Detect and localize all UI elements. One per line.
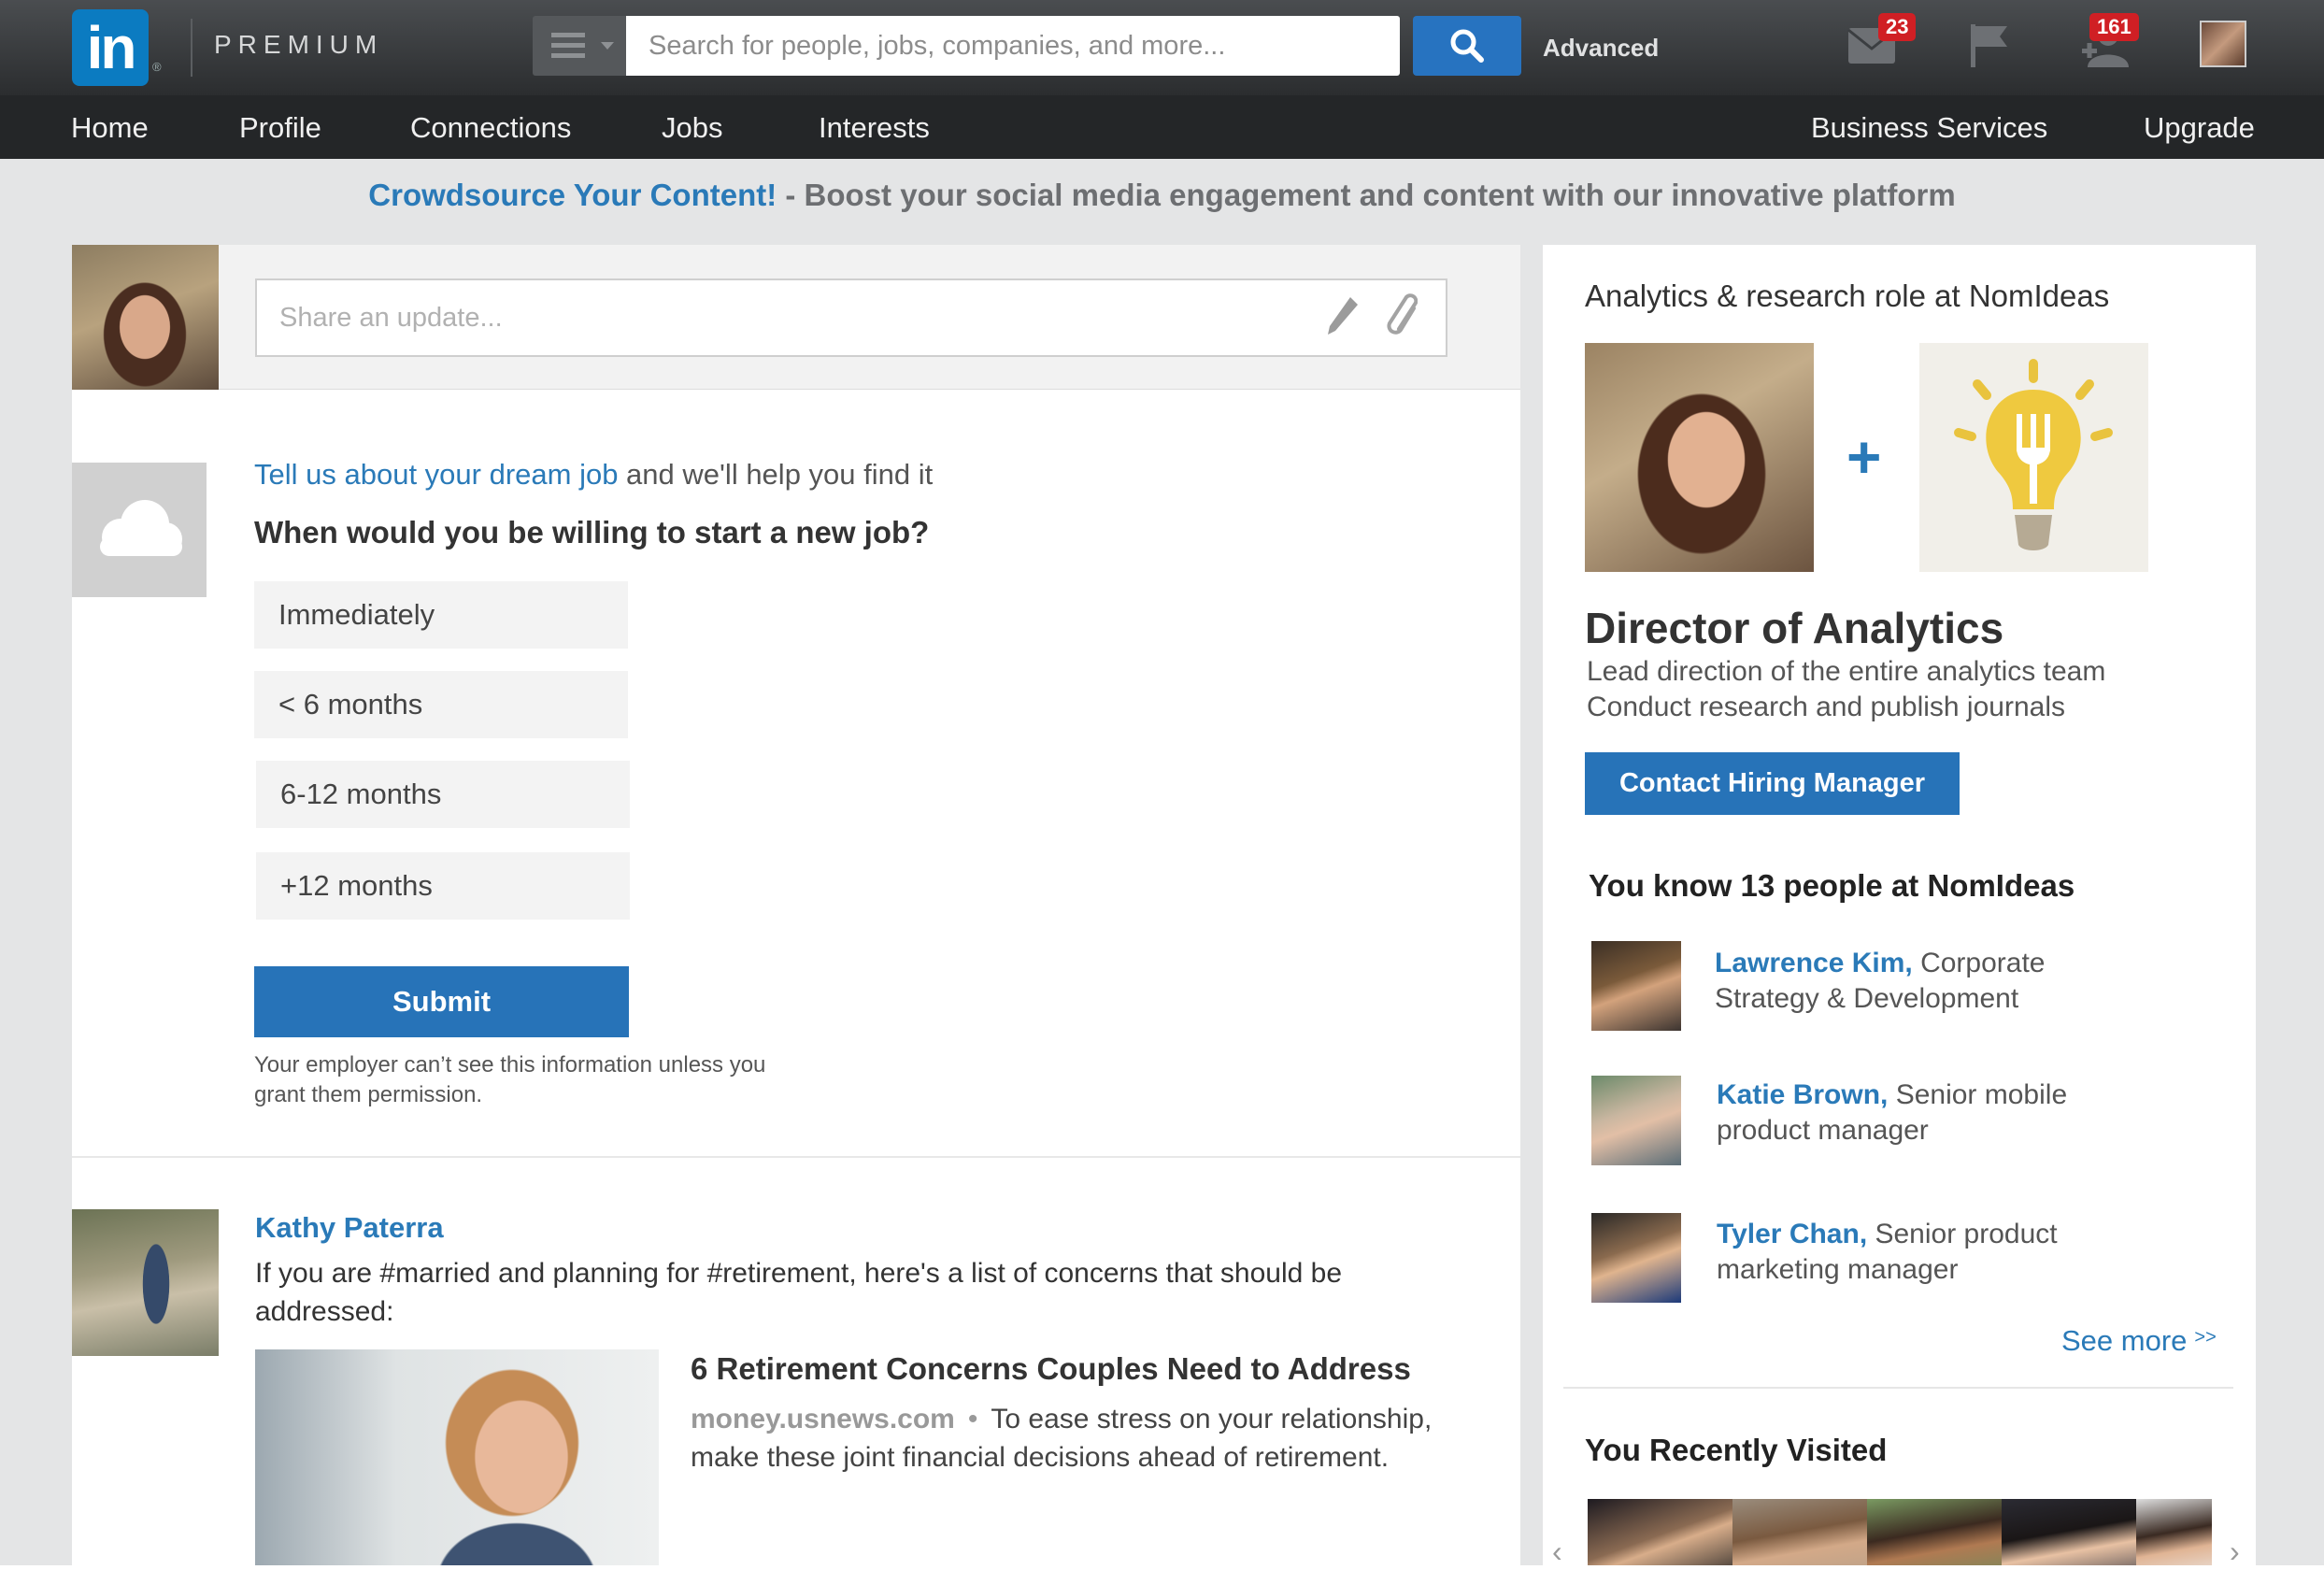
dream-job-link[interactable]: Tell us about your dream job: [254, 458, 618, 491]
nav-connections[interactable]: Connections: [410, 111, 571, 145]
connection-item: Tyler Chan, Senior product marketing man…: [1717, 1217, 2156, 1288]
cloud-icon: [100, 500, 182, 556]
dream-job-prompt: Tell us about your dream job and we'll h…: [254, 458, 933, 492]
messages-badge: 23: [1878, 13, 1917, 41]
connection-item: Lawrence Kim, Corporate Strategy & Devel…: [1715, 946, 2154, 1017]
search-input[interactable]: [626, 16, 1400, 76]
article-thumbnail[interactable]: [255, 1349, 659, 1584]
registered-mark-icon: ®: [152, 60, 162, 74]
connection-name[interactable]: Lawrence Kim,: [1715, 948, 1913, 978]
cloud-placeholder-image: [72, 463, 207, 597]
connection-name[interactable]: Tyler Chan,: [1717, 1219, 1867, 1249]
notifications-badge: 161: [2089, 13, 2139, 41]
chevron-down-icon: [601, 42, 614, 50]
advanced-search-link[interactable]: Advanced: [1543, 34, 1659, 63]
plus-icon: +: [1846, 423, 1882, 491]
share-update-input[interactable]: [255, 278, 1447, 357]
chevron-left-icon[interactable]: ‹: [1552, 1534, 1562, 1569]
main-nav: Home Profile Connections Jobs Interests …: [0, 95, 2324, 159]
connection-photo[interactable]: [1591, 941, 1681, 1031]
logo-divider: [191, 19, 192, 77]
user-avatar[interactable]: [2200, 21, 2246, 67]
search-button[interactable]: [1413, 16, 1521, 76]
promo-banner: Crowdsource Your Content! - Boost your s…: [0, 178, 2324, 213]
job-description: Lead direction of the entire analytics t…: [1587, 654, 2105, 725]
page-footer-band: [0, 1565, 2324, 1584]
paperclip-icon[interactable]: [1380, 290, 1418, 338]
flag-icon[interactable]: [1968, 22, 2011, 69]
ad-person-photo: [1585, 343, 1814, 572]
option-over-12-months[interactable]: +12 months: [256, 852, 630, 920]
connection-name[interactable]: Katie Brown,: [1717, 1079, 1888, 1110]
article-description: money.usnews.com • To ease stress on your …: [691, 1400, 1494, 1477]
pencil-icon[interactable]: [1326, 295, 1360, 336]
linkedin-logo[interactable]: in: [72, 9, 149, 86]
dream-job-rest: and we'll help you find it: [618, 458, 934, 491]
privacy-disclaimer: Your employer can’t see this information…: [254, 1052, 766, 1107]
search-icon: [1450, 29, 1484, 63]
top-bar: in ® PREMIUM Advanced 23 161: [0, 0, 2324, 95]
divider: [1563, 1387, 2233, 1389]
nav-home[interactable]: Home: [71, 111, 149, 145]
menu-icon: [551, 33, 585, 59]
nav-jobs[interactable]: Jobs: [662, 111, 722, 145]
divider: [72, 1156, 1520, 1158]
job-description-line: Conduct research and publish journals: [1587, 692, 2065, 722]
option-immediately[interactable]: Immediately: [254, 581, 628, 649]
see-more-link[interactable]: See more >>: [2061, 1324, 2217, 1358]
nav-profile[interactable]: Profile: [239, 111, 321, 145]
nav-upgrade[interactable]: Upgrade: [2144, 111, 2255, 145]
premium-label: PREMIUM: [214, 30, 384, 59]
article-source[interactable]: money.usnews.com: [691, 1404, 955, 1434]
connection-photo[interactable]: [1591, 1076, 1681, 1165]
chevron-right-icon[interactable]: ›: [2230, 1534, 2240, 1569]
share-box: [72, 245, 1520, 390]
search-category-menu[interactable]: [533, 16, 626, 76]
job-title[interactable]: Director of Analytics: [1585, 603, 2003, 653]
separator-dot: •: [967, 1404, 978, 1434]
submit-button[interactable]: Submit: [254, 966, 629, 1037]
lightbulb-fork-icon: [1954, 359, 2113, 550]
company-logo[interactable]: [1919, 343, 2148, 572]
contact-hiring-manager-button[interactable]: Contact Hiring Manager: [1585, 752, 1960, 815]
post-text: If you are #married and planning for #re…: [255, 1258, 1343, 1327]
ad-heading[interactable]: Analytics & research role at NomIdeas: [1585, 278, 2109, 314]
connection-photo[interactable]: [1591, 1213, 1681, 1303]
double-chevron-right-icon: >>: [2194, 1327, 2217, 1348]
nav-interests[interactable]: Interests: [819, 111, 930, 145]
connection-item: Katie Brown, Senior mobile product manag…: [1717, 1077, 2156, 1149]
feed-column: Tell us about your dream job and we'll h…: [72, 245, 1520, 1584]
post-author-name[interactable]: Kathy Paterra: [255, 1211, 444, 1245]
post-author-photo[interactable]: [72, 1209, 219, 1356]
job-description-line: Lead direction of the entire analytics t…: [1587, 656, 2106, 687]
promo-link[interactable]: Crowdsource Your Content!: [368, 178, 777, 212]
promo-text: - Boost your social media engagement and…: [777, 178, 1956, 212]
start-job-question: When would you be willing to start a new…: [254, 515, 930, 549]
recently-visited-heading: You Recently Visited: [1585, 1433, 1888, 1467]
sidebar: Analytics & research role at NomIdeas + …: [1543, 245, 2256, 1584]
option-under-6-months[interactable]: < 6 months: [254, 671, 628, 738]
see-more-label: See more: [2061, 1324, 2188, 1357]
article-title[interactable]: 6 Retirement Concerns Couples Need to Ad…: [691, 1351, 1411, 1387]
option-6-12-months[interactable]: 6-12 months: [256, 761, 630, 828]
connections-heading: You know 13 people at NomIdeas: [1589, 868, 2075, 903]
my-profile-photo[interactable]: [72, 245, 219, 390]
nav-business-services[interactable]: Business Services: [1811, 111, 2047, 145]
